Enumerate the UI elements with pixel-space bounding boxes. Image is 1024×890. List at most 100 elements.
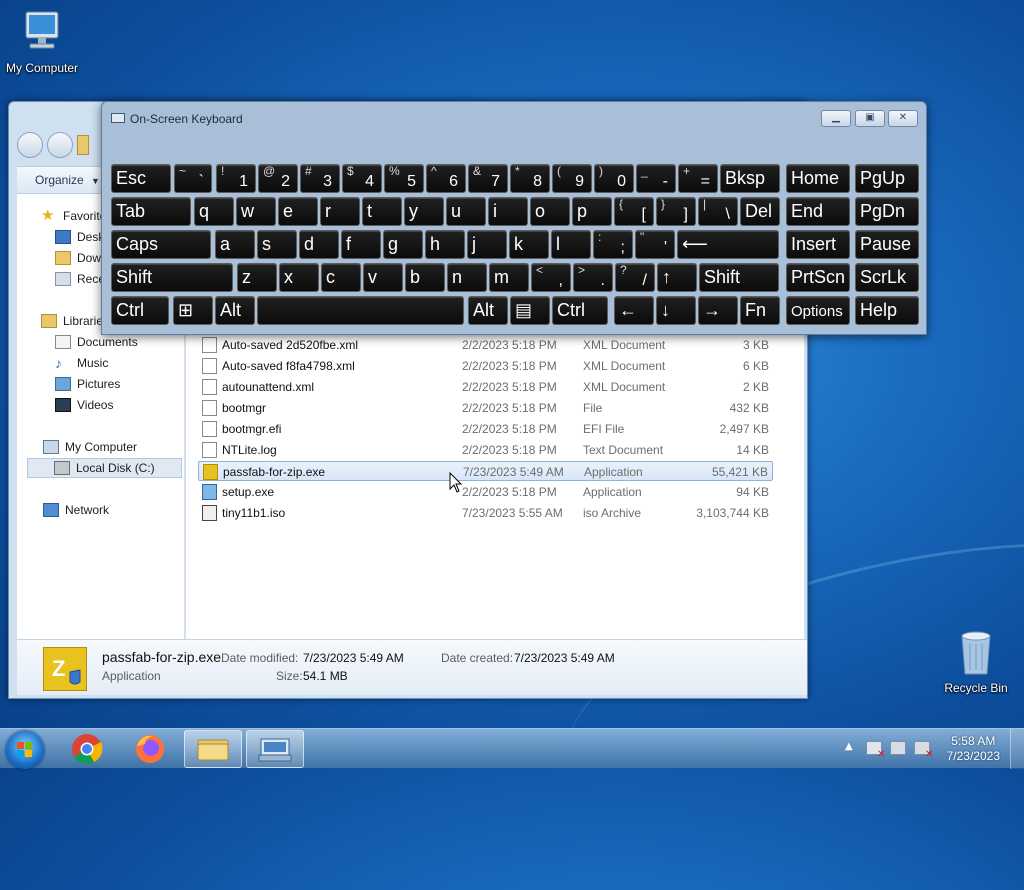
key-l[interactable]: l (551, 230, 591, 259)
key--[interactable]: ↑ (657, 263, 697, 292)
key--[interactable]: + = (678, 164, 718, 193)
key-shift[interactable]: Shift (111, 263, 233, 292)
key-h[interactable]: h (425, 230, 465, 259)
key-d[interactable]: d (299, 230, 339, 259)
key--4[interactable]: $4 (342, 164, 382, 193)
key-tab[interactable]: Tab (111, 197, 191, 226)
network-disconnected-icon[interactable] (890, 741, 906, 755)
show-desktop-button[interactable] (1010, 729, 1024, 769)
key--[interactable]: ⊞ (173, 296, 213, 325)
taskbar-firefox-button[interactable] (121, 730, 179, 768)
taskbar-osk-button[interactable] (246, 730, 304, 768)
key-options[interactable]: Options (786, 296, 850, 325)
forward-button[interactable] (47, 132, 73, 158)
key--3[interactable]: #3 (300, 164, 340, 193)
key-e[interactable]: e (278, 197, 318, 226)
key-x[interactable]: x (279, 263, 319, 292)
key--[interactable]: | \ (698, 197, 738, 226)
key-r[interactable]: r (320, 197, 360, 226)
key-scrlk[interactable]: ScrLk (855, 263, 919, 292)
key--9[interactable]: (9 (552, 164, 592, 193)
key-i[interactable]: i (488, 197, 528, 226)
key--[interactable]: ~ ` (174, 164, 212, 193)
minimize-button[interactable]: ▁ (821, 110, 851, 127)
nav-item-pictures[interactable]: Pictures (55, 374, 184, 394)
key--[interactable]: {[ (614, 197, 654, 226)
key-fn[interactable]: Fn (740, 296, 780, 325)
key--[interactable]: <, (531, 263, 571, 292)
key-prtscn[interactable]: PrtScn (786, 263, 850, 292)
file-row[interactable]: bootmgr.efi 2/2/2023 5:18 PM EFI File 2,497… (198, 419, 773, 439)
desktop-icon-recycle-bin[interactable]: Recycle Bin (934, 630, 1018, 695)
show-hidden-icons-icon[interactable]: ▲ (845, 741, 853, 752)
key--[interactable]: → (698, 296, 738, 325)
key--[interactable]: ↓ (656, 296, 696, 325)
file-row[interactable]: Auto-saved f8fa4798.xml 2/2/2023 5:18 PM X… (198, 356, 773, 376)
key-v[interactable]: v (363, 263, 403, 292)
key--0[interactable]: ) 0 (594, 164, 634, 193)
key-t[interactable]: t (362, 197, 402, 226)
key-insert[interactable]: Insert (786, 230, 850, 259)
key-space[interactable] (257, 296, 464, 325)
nav-item-local-disk[interactable]: Local Disk (C:) (27, 458, 182, 478)
key-pgup[interactable]: PgUp (855, 164, 919, 193)
nav-item-music[interactable]: ♪ Music (55, 353, 184, 373)
key-end[interactable]: End (786, 197, 850, 226)
file-row[interactable]: passfab-for-zip.exe 7/23/2023 5:49 AM Appl… (198, 461, 773, 481)
nav-item-network[interactable]: Network (43, 500, 184, 520)
key--8[interactable]: * 8 (510, 164, 550, 193)
key-ctrl[interactable]: Ctrl (552, 296, 608, 325)
key-q[interactable]: q (194, 197, 234, 226)
desktop-icon-my-computer[interactable]: My Computer (0, 8, 84, 75)
key-esc[interactable]: Esc (111, 164, 171, 193)
nav-item-videos[interactable]: Videos (55, 395, 184, 415)
key--[interactable]: ? / (615, 263, 655, 292)
key--[interactable]: :; (593, 230, 633, 259)
key-alt[interactable]: Alt (468, 296, 508, 325)
taskbar-chrome-button[interactable] (58, 730, 116, 768)
key-a[interactable]: a (215, 230, 255, 259)
key-home[interactable]: Home (786, 164, 850, 193)
key-m[interactable]: m (489, 263, 529, 292)
key--[interactable]: _ - (636, 164, 676, 193)
key-pause[interactable]: Pause (855, 230, 919, 259)
key-y[interactable]: y (404, 197, 444, 226)
key--[interactable]: >. (573, 263, 613, 292)
key-shift[interactable]: Shift (699, 263, 779, 292)
maximize-button[interactable]: ▣ (855, 110, 885, 127)
key-o[interactable]: o (530, 197, 570, 226)
key--5[interactable]: % 5 (384, 164, 424, 193)
key-g[interactable]: g (383, 230, 423, 259)
file-row[interactable]: Auto-saved 2d520fbe.xml 2/2/2023 5:18 PM X… (198, 335, 773, 355)
key-p[interactable]: p (572, 197, 612, 226)
file-row[interactable]: bootmgr 2/2/2023 5:18 PM File 432 KB (198, 398, 773, 418)
key--[interactable]: ← (614, 296, 654, 325)
key--7[interactable]: & 7 (468, 164, 508, 193)
key-b[interactable]: b (405, 263, 445, 292)
key-pgdn[interactable]: PgDn (855, 197, 919, 226)
back-button[interactable] (17, 132, 43, 158)
key-alt[interactable]: Alt (215, 296, 255, 325)
key-k[interactable]: k (509, 230, 549, 259)
key-help[interactable]: Help (855, 296, 919, 325)
key-u[interactable]: u (446, 197, 486, 226)
system-clock[interactable]: 5:58 AM 7/23/2023 (947, 734, 1000, 764)
key-w[interactable]: w (236, 197, 276, 226)
key--6[interactable]: ^ 6 (426, 164, 466, 193)
key-n[interactable]: n (447, 263, 487, 292)
file-row[interactable]: setup.exe 2/2/2023 5:18 PM Application 94 K… (198, 482, 773, 502)
file-row[interactable]: autounattend.xml 2/2/2023 5:18 PM XML Docu… (198, 377, 773, 397)
key-z[interactable]: z (237, 263, 277, 292)
nav-item-my-computer[interactable]: My Computer (43, 437, 184, 457)
close-button[interactable]: ✕ (888, 110, 918, 127)
key-bksp[interactable]: Bksp (720, 164, 780, 193)
start-button[interactable] (6, 731, 44, 769)
key-c[interactable]: c (321, 263, 361, 292)
nav-item-documents[interactable]: Documents (55, 332, 184, 352)
key-j[interactable]: j (467, 230, 507, 259)
key-del[interactable]: Del (740, 197, 780, 226)
key-caps[interactable]: Caps (111, 230, 211, 259)
key--1[interactable]: ! 1 (216, 164, 256, 193)
file-row[interactable]: tiny11b1.iso 7/23/2023 5:55 AM iso Archive… (198, 503, 773, 523)
file-row[interactable]: NTLite.log 2/2/2023 5:18 PM Text Document 1… (198, 440, 773, 460)
